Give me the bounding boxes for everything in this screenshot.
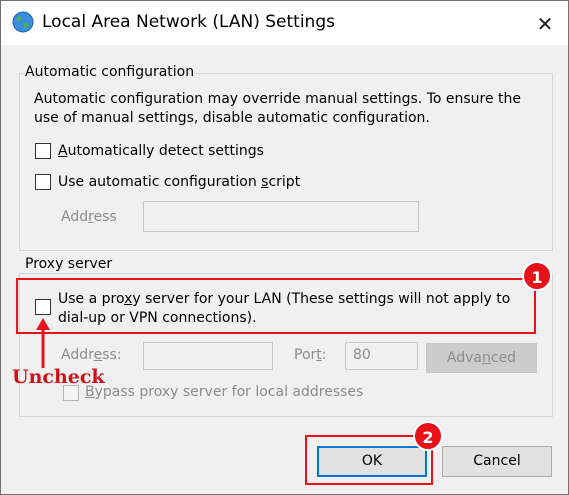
auto-config-description-line1: Automatic configuration may override man… <box>34 91 522 107</box>
uncheck-annotation: Uncheck <box>12 366 105 388</box>
script-address-label: Address <box>61 209 117 225</box>
auto-config-script-label[interactable]: Use automatic configuration script <box>58 174 300 190</box>
auto-detect-label[interactable]: Automatically detect settings <box>58 143 264 159</box>
globe-network-icon <box>12 11 34 33</box>
proxy-port-input[interactable]: 80 <box>345 342 418 370</box>
auto-detect-checkbox[interactable] <box>35 143 51 159</box>
auto-config-description-line2: use of manual settings, disable automati… <box>34 110 430 126</box>
use-proxy-highlight-box <box>16 278 536 334</box>
proxy-address-input[interactable] <box>143 342 273 370</box>
close-button[interactable]: ✕ <box>525 7 565 41</box>
dialog-title: Local Area Network (LAN) Settings <box>42 12 335 32</box>
title-bar: Local Area Network (LAN) Settings ✕ <box>1 1 568 45</box>
step-1-badge: 1 <box>522 261 552 291</box>
proxy-port-label: Port: <box>294 347 327 363</box>
red-arrow-icon <box>36 318 50 368</box>
script-address-input[interactable] <box>143 201 419 232</box>
proxy-server-label: Proxy server <box>23 256 115 272</box>
close-icon: ✕ <box>536 12 554 36</box>
proxy-address-label: Address: <box>61 347 122 363</box>
step-2-badge: 2 <box>413 421 443 451</box>
automatic-configuration-label: Automatic configuration <box>23 64 197 80</box>
bypass-local-label[interactable]: Bypass proxy server for local addresses <box>85 384 363 400</box>
advanced-button[interactable]: Advanced <box>426 343 537 373</box>
cancel-button[interactable]: Cancel <box>442 446 552 477</box>
auto-config-script-checkbox[interactable] <box>35 174 51 190</box>
lan-settings-dialog: Local Area Network (LAN) Settings ✕ Auto… <box>0 0 569 495</box>
